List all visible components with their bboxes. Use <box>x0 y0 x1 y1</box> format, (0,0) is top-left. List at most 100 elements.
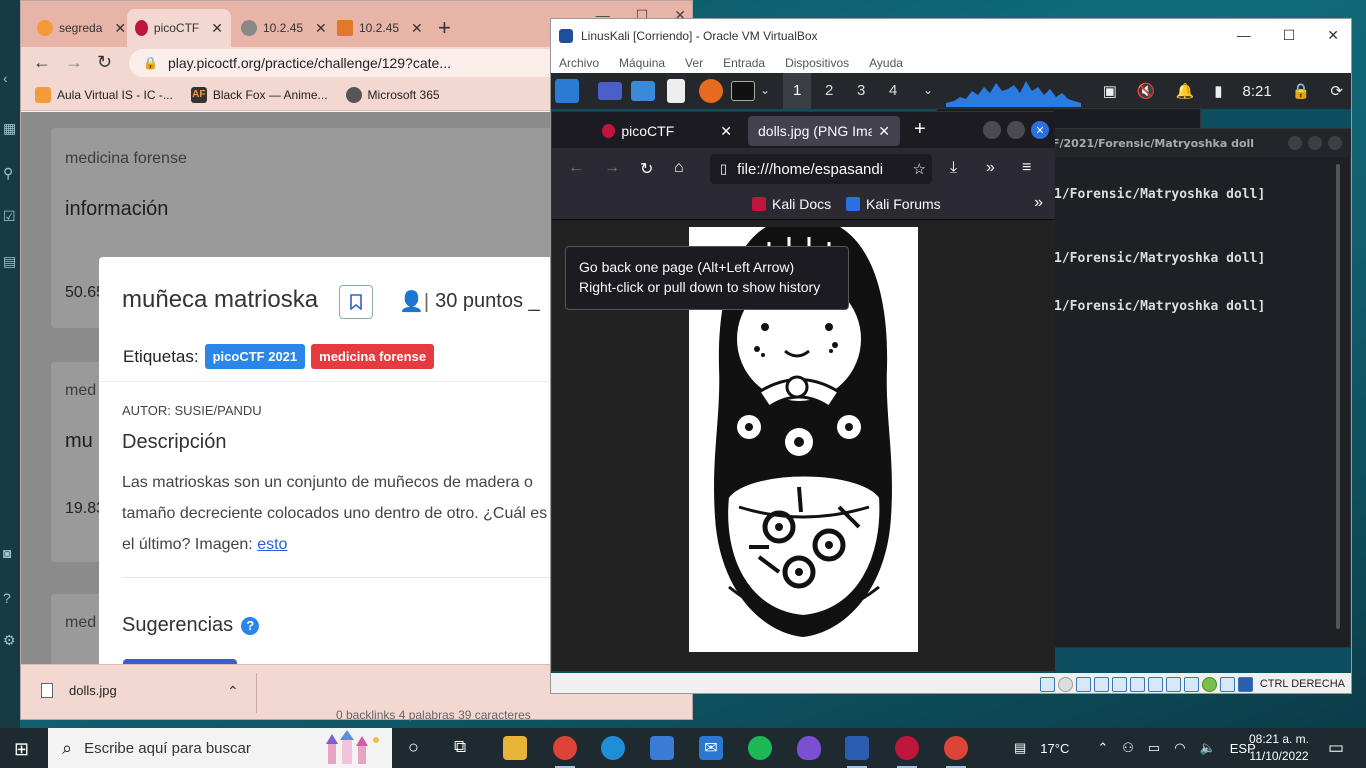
tab-picoctf[interactable]: picoCTF ✕ <box>127 9 231 47</box>
image-link[interactable]: esto <box>257 536 287 553</box>
bookmark-kali-forums[interactable]: Kali Forums <box>846 196 941 212</box>
close-icon[interactable]: ✕ <box>411 20 423 37</box>
usb-icon[interactable] <box>1111 676 1127 692</box>
red-app-icon[interactable] <box>895 736 919 768</box>
maximize-icon[interactable] <box>1007 121 1025 139</box>
reload-icon[interactable]: ↻ <box>640 159 653 179</box>
forward-arrow-icon[interactable]: → <box>604 159 620 177</box>
weather-temp[interactable]: 17°C <box>1040 741 1069 756</box>
workspace-2[interactable]: 2 <box>825 82 833 99</box>
maximize-icon[interactable]: ☐ <box>1283 27 1296 44</box>
chevron-left-icon[interactable]: ‹ <box>3 70 8 86</box>
help-icon[interactable]: ? <box>3 590 11 606</box>
maximize-icon[interactable] <box>1308 136 1322 150</box>
wifi-icon[interactable]: ◠ <box>1174 740 1185 756</box>
close-icon[interactable]: ✕ <box>114 20 126 37</box>
star-icon[interactable]: ☆ <box>913 160 926 178</box>
close-icon[interactable]: ✕ <box>315 20 327 37</box>
mouse-integration-icon[interactable] <box>1219 676 1235 692</box>
store-icon[interactable] <box>650 736 674 760</box>
workspace-1[interactable]: 1 <box>793 82 801 99</box>
desktop-icon[interactable] <box>598 82 622 100</box>
firefox-icon[interactable] <box>699 79 723 103</box>
question-icon[interactable]: ? <box>241 616 260 635</box>
guest-additions-icon[interactable] <box>1201 676 1217 692</box>
bookmark-black-fox[interactable]: AF Black Fox — Anime... <box>190 86 328 103</box>
bookmark-aula-virtual[interactable]: Aula Virtual IS - IC -... <box>35 86 173 103</box>
files-icon[interactable] <box>631 81 655 101</box>
people-icon[interactable]: ⚇ <box>1122 740 1134 756</box>
menu-ver[interactable]: Ver <box>685 56 703 70</box>
keyboard-icon[interactable] <box>1237 676 1253 692</box>
close-icon[interactable] <box>1328 136 1342 150</box>
network-icon[interactable] <box>1093 676 1109 692</box>
taskbar-search[interactable]: ⌕ Escribe aquí para buscar <box>48 728 392 768</box>
chevron-down-icon[interactable]: ⌄ <box>923 83 933 97</box>
notification-icon[interactable]: ▭ <box>1328 738 1344 758</box>
spotify-icon[interactable] <box>748 736 772 760</box>
shared-folder-icon[interactable] <box>1129 676 1145 692</box>
menu-ayuda[interactable]: Ayuda <box>869 56 903 70</box>
weather-icon[interactable]: ▤ <box>1014 740 1026 756</box>
workspace-4[interactable]: 4 <box>889 82 897 99</box>
taskbar-clock[interactable]: 08:21 a. m. 11/10/2022 <box>1244 731 1314 765</box>
menu-icon[interactable]: ≡ <box>1022 159 1031 177</box>
bookmark-kali-docs[interactable]: Kali Docs <box>752 196 831 212</box>
new-tab-button[interactable]: + <box>438 15 451 41</box>
minimize-icon[interactable]: — <box>1237 27 1251 44</box>
settings-icon[interactable]: ⚙ <box>3 632 16 649</box>
close-icon[interactable]: ✕ <box>211 20 223 37</box>
chrome-profile-icon[interactable] <box>944 736 968 768</box>
windows-start-icon[interactable]: ⊞ <box>14 739 29 760</box>
menu-archivo[interactable]: Archivo <box>559 56 599 70</box>
download-icon[interactable]: ⤓ <box>950 159 957 177</box>
new-tab-button[interactable]: + <box>914 118 926 141</box>
doc-icon[interactable]: ▤ <box>3 253 16 270</box>
bookmark-microsoft-365[interactable]: Microsoft 365 <box>345 86 440 103</box>
chevron-up-icon[interactable]: ⌃ <box>1097 740 1108 756</box>
minimize-icon[interactable] <box>1288 136 1302 150</box>
menu-dispositivos[interactable]: Dispositivos <box>785 56 849 70</box>
download-item[interactable]: dolls.jpg <box>41 683 117 698</box>
terminal-icon[interactable] <box>731 81 755 101</box>
hdd-icon[interactable] <box>1039 676 1055 692</box>
tag-picoctf-2021[interactable]: picoCTF 2021 <box>204 344 306 369</box>
back-arrow-icon[interactable]: ← <box>568 159 584 177</box>
close-icon[interactable]: ✕ <box>720 123 732 140</box>
kali-clock[interactable]: 8:21 <box>1243 83 1272 100</box>
close-icon[interactable]: ✕ <box>1327 27 1339 44</box>
overflow-chevron-icon[interactable]: » <box>986 159 995 177</box>
tag-forensics[interactable]: medicina forense <box>311 344 435 369</box>
terminal-scrollbar[interactable] <box>1336 164 1340 629</box>
menu-maquina[interactable]: Máquina <box>619 56 665 70</box>
mail-icon[interactable]: ✉ <box>699 736 723 760</box>
edge-icon[interactable] <box>601 736 625 760</box>
bookmark-button[interactable] <box>339 285 373 319</box>
share-icon[interactable]: ⚲ <box>3 165 13 182</box>
volume-icon[interactable]: 🔈 <box>1200 740 1216 756</box>
cpu-icon[interactable] <box>1183 676 1199 692</box>
optical-icon[interactable] <box>1057 676 1073 692</box>
tab-segreda[interactable]: segreda ✕ <box>29 9 134 47</box>
home-icon[interactable]: ⌂ <box>674 159 684 177</box>
audio-icon[interactable] <box>1075 676 1091 692</box>
vm-screen[interactable]: ⌄ 1 2 3 4 ⌄ ▣ 🔇 🔔 ▮ 8:21 🔒 ⟳ F/2021/Fore… <box>551 73 1351 673</box>
logout-icon[interactable]: ⟳ <box>1330 82 1343 100</box>
muted-icon[interactable]: 🔇 <box>1137 82 1156 100</box>
close-icon[interactable]: ✕ <box>1031 121 1049 139</box>
minimize-icon[interactable] <box>983 121 1001 139</box>
overflow-chevron-icon[interactable]: » <box>1034 194 1043 212</box>
battery-icon[interactable]: ▭ <box>1148 740 1160 756</box>
obsidian-icon[interactable] <box>797 736 821 760</box>
lock-icon[interactable]: 🔒 <box>1292 82 1311 100</box>
tab-10-2-45-b[interactable]: 10.2.45 ✕ <box>329 9 431 47</box>
kali-menu-icon[interactable] <box>555 79 579 103</box>
menu-entrada[interactable]: Entrada <box>723 56 765 70</box>
back-arrow-icon[interactable]: ← <box>33 52 51 73</box>
reload-icon[interactable]: ↻ <box>97 52 112 73</box>
chevron-up-icon[interactable]: ⌃ <box>227 683 239 700</box>
file-explorer-icon[interactable] <box>503 736 527 760</box>
cortana-icon[interactable]: ○ <box>408 737 419 758</box>
camera-icon[interactable]: ◙ <box>3 545 11 561</box>
network-icon[interactable]: ▣ <box>1103 82 1117 100</box>
